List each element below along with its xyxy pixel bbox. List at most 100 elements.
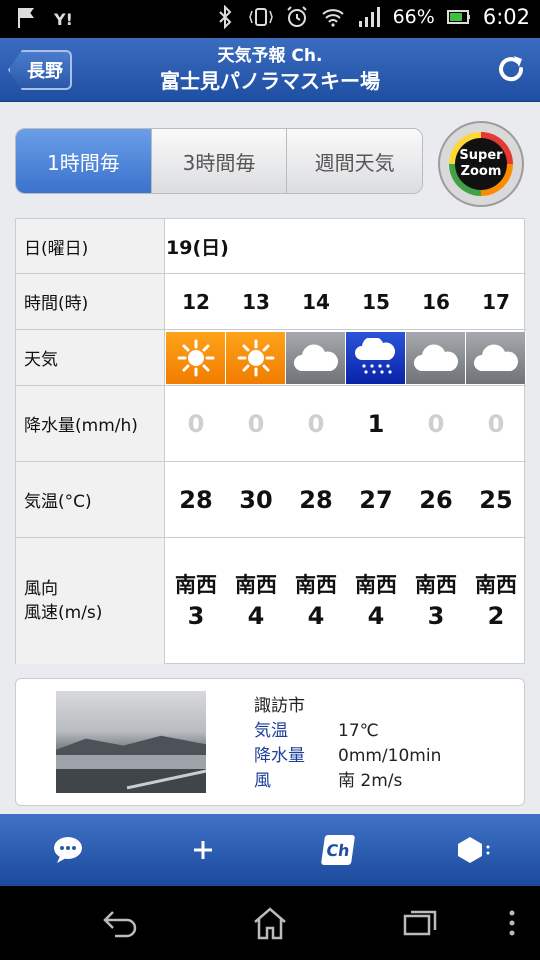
bottom-toolbar: Ch: [0, 814, 540, 886]
temp-cell: 30: [239, 485, 273, 514]
location-title: 富士見パノラマスキー場: [160, 69, 380, 93]
super-zoom-label: Super Zoom: [455, 138, 507, 190]
battery-percent: 66%: [392, 6, 435, 28]
app-header: 長野 天気予報 Ch. 富士見パノラマスキー場: [0, 38, 540, 102]
wind-speed: 4: [367, 602, 385, 630]
sun-icon: [177, 339, 214, 376]
hour-cell: 13: [242, 289, 270, 314]
temp-cell: 26: [419, 485, 453, 514]
wind-cell: 南西 4: [346, 538, 406, 664]
wind-cell: 南西 4: [286, 538, 346, 664]
date-row: 日(曜日) 19(日): [16, 219, 526, 274]
nav-home-button[interactable]: [250, 906, 290, 940]
super-zoom-ring: Super Zoom: [449, 132, 513, 196]
nav-menu-button[interactable]: [492, 906, 532, 940]
tab-hourly[interactable]: 1時間毎: [16, 129, 151, 193]
nav-back-button[interactable]: [100, 906, 140, 940]
precip-cell: 0: [427, 409, 445, 438]
date-label: 日(曜日): [16, 219, 165, 273]
temp-row: 気温(°C) 28 30 28 27 26 25: [16, 462, 526, 538]
precip-row: 降水量(mm/h) 0 0 0 1 0 0: [16, 386, 526, 462]
precip-cell: 0: [187, 409, 205, 438]
settings-icon: [457, 837, 489, 863]
temp-label: 気温(°C): [16, 462, 165, 537]
weather-cell: [226, 330, 286, 385]
hour-cell: 14: [302, 289, 330, 314]
hour-cell: 12: [182, 289, 210, 314]
vibrate-icon: [248, 8, 273, 26]
weather-cell: [406, 330, 466, 385]
temp-cell: 28: [179, 485, 213, 514]
wind-speed: 3: [427, 602, 445, 630]
home-icon: [254, 907, 286, 940]
obs-key: 気温: [254, 721, 288, 741]
wind-dir-label: 風向: [24, 579, 58, 599]
rain-icon: [354, 337, 395, 374]
obs-key: 風: [254, 771, 271, 791]
wind-cell: 南西 3: [406, 538, 466, 664]
obs-precip-row: 降水量 0mm/10min: [254, 744, 441, 769]
svg-text:Y!: Y!: [54, 10, 73, 29]
signal-icon: [358, 7, 380, 27]
weather-row: 天気: [16, 330, 526, 386]
wifi-icon: [321, 9, 344, 27]
weather-cell: [466, 330, 526, 385]
clock: 6:02: [482, 5, 530, 29]
weather-icon-box: [406, 331, 466, 384]
weather-icon-box: [346, 331, 406, 384]
weather-icon-box: [226, 331, 286, 384]
comment-button[interactable]: [0, 814, 135, 886]
live-camera-card[interactable]: 諏訪市 気温 17℃ 降水量 0mm/10min 風 南 2m/s: [15, 678, 525, 806]
weather-icon-box: [286, 331, 346, 384]
wind-direction: 南西: [415, 573, 457, 597]
precip-cell: 0: [247, 409, 265, 438]
status-bar: Y! 66% 6:02: [0, 0, 540, 38]
add-button[interactable]: [135, 814, 270, 886]
hour-row: 時間(時) 12 13 14 15 16 17: [16, 274, 526, 330]
channel-subtitle: 天気予報 Ch.: [217, 46, 323, 66]
bluetooth-icon: [218, 5, 232, 29]
hour-cell: 15: [362, 289, 390, 314]
nav-recents-button[interactable]: [400, 906, 440, 940]
wind-cell: 南西 2: [466, 538, 526, 664]
date-value: 19(日): [166, 236, 229, 259]
system-nav-bar: [0, 886, 540, 960]
sun-icon: [237, 339, 274, 376]
obs-value: 南 2m/s: [338, 771, 403, 791]
wind-label: 風向 風速(m/s): [16, 538, 165, 664]
weather-cell: [286, 330, 346, 385]
refresh-icon[interactable]: [494, 52, 528, 86]
settings-button[interactable]: [405, 814, 540, 886]
wind-speed: 4: [307, 602, 325, 630]
tab-3-hourly[interactable]: 3時間毎: [150, 129, 287, 193]
channel-button[interactable]: Ch: [270, 814, 405, 886]
plus-icon: [193, 841, 212, 859]
wind-direction: 南西: [175, 573, 217, 597]
camera-image[interactable]: [56, 691, 206, 793]
flag-icon: [18, 8, 34, 28]
wind-speed: 4: [247, 602, 265, 630]
obs-value: 0mm/10min: [338, 746, 442, 766]
obs-temp-row: 気温 17℃: [254, 719, 441, 744]
obs-value: 17℃: [338, 721, 379, 741]
alarm-icon: [286, 6, 307, 27]
obs-key: 降水量: [254, 746, 305, 766]
wind-direction: 南西: [295, 573, 337, 597]
cloud-icon: [473, 344, 518, 371]
super-zoom-line1: Super: [459, 148, 503, 163]
wind-speed-label: 風速(m/s): [24, 603, 103, 623]
observation-city: 諏訪市: [254, 696, 305, 716]
cloud-icon: [293, 344, 338, 371]
super-zoom-button[interactable]: Super Zoom: [438, 121, 524, 207]
hour-cell: 17: [482, 289, 510, 314]
weather-cell: [346, 330, 406, 385]
tab-weekly[interactable]: 週間天気: [286, 129, 422, 193]
weather-icon-box: [166, 331, 226, 384]
precip-label: 降水量(mm/h): [16, 386, 165, 461]
hour-label: 時間(時): [16, 274, 165, 329]
wind-speed: 2: [487, 602, 505, 630]
super-zoom-line2: Zoom: [460, 164, 502, 179]
wind-direction: 南西: [355, 573, 397, 597]
yahoo-icon: Y!: [54, 10, 73, 29]
hour-cell: 16: [422, 289, 450, 314]
